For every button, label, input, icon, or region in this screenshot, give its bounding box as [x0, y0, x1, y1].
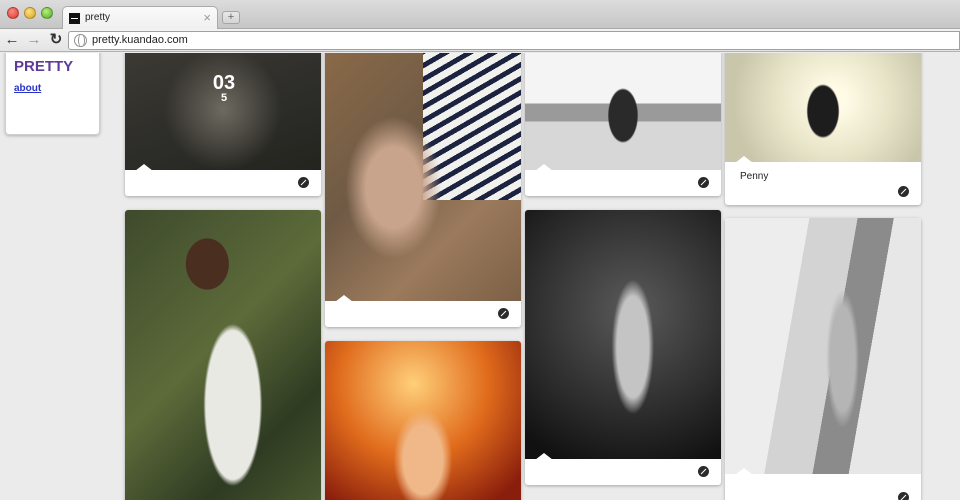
card-footer [525, 459, 721, 485]
photo-card[interactable] [325, 341, 521, 500]
date-overlay: 03 5 [209, 72, 239, 104]
photo-card[interactable] [325, 53, 521, 327]
site-header-box: PRETTY about [5, 53, 100, 135]
woods-white-dress-photo[interactable] [125, 210, 321, 500]
card-footer [525, 170, 721, 196]
date-month: 5 [220, 92, 228, 104]
date-day: 03 [212, 72, 236, 94]
bw-window-pose-photo[interactable] [725, 218, 921, 475]
photo-card[interactable] [725, 218, 921, 500]
close-window-button[interactable] [7, 7, 19, 19]
address-bar[interactable]: pretty.kuandao.com [68, 31, 960, 50]
pin-icon[interactable] [298, 177, 309, 188]
card-footer [125, 170, 321, 196]
orange-light-photo[interactable] [325, 341, 521, 500]
page-viewport: PRETTY about 03 5 Penny [0, 53, 960, 500]
photo-card[interactable]: Penny [725, 53, 921, 205]
globe-icon [74, 34, 87, 47]
striped-shirt-photo[interactable] [325, 53, 521, 302]
photo-card[interactable] [125, 210, 321, 500]
about-link[interactable]: about [14, 83, 41, 94]
card-footer [325, 301, 521, 327]
pin-icon[interactable] [898, 186, 909, 197]
browser-titlebar: pretty × + [0, 0, 960, 30]
browser-toolbar: ← → ↻ pretty.kuandao.com [0, 29, 960, 52]
new-tab-button[interactable]: + [222, 11, 240, 24]
forest-girl-photo[interactable]: 03 5 [125, 53, 321, 171]
photo-card[interactable] [525, 53, 721, 196]
favicon-icon [69, 13, 80, 24]
tab-close-icon[interactable]: × [203, 10, 211, 25]
card-caption: Penny [740, 171, 769, 182]
beach-bikini-photo[interactable] [525, 53, 721, 171]
site-title[interactable]: PRETTY [14, 58, 73, 75]
url-text[interactable]: pretty.kuandao.com [92, 34, 188, 46]
pin-icon[interactable] [698, 177, 709, 188]
bw-lingerie-photo[interactable] [525, 210, 721, 460]
forward-arrow-icon[interactable]: → [26, 32, 42, 48]
pin-icon[interactable] [698, 466, 709, 477]
photo-card[interactable]: 03 5 [125, 53, 321, 196]
tab-title: pretty [85, 12, 111, 23]
card-footer: Penny [725, 162, 921, 205]
maximize-window-button[interactable] [41, 7, 53, 19]
back-arrow-icon[interactable]: ← [4, 32, 20, 48]
reload-icon[interactable]: ↻ [48, 32, 64, 48]
pin-icon[interactable] [498, 308, 509, 319]
minimize-window-button[interactable] [24, 7, 36, 19]
card-footer [725, 474, 921, 500]
pin-icon[interactable] [898, 492, 909, 500]
photo-card[interactable] [525, 210, 721, 485]
black-corset-photo[interactable] [725, 53, 921, 163]
browser-tab[interactable]: pretty × [62, 6, 218, 30]
